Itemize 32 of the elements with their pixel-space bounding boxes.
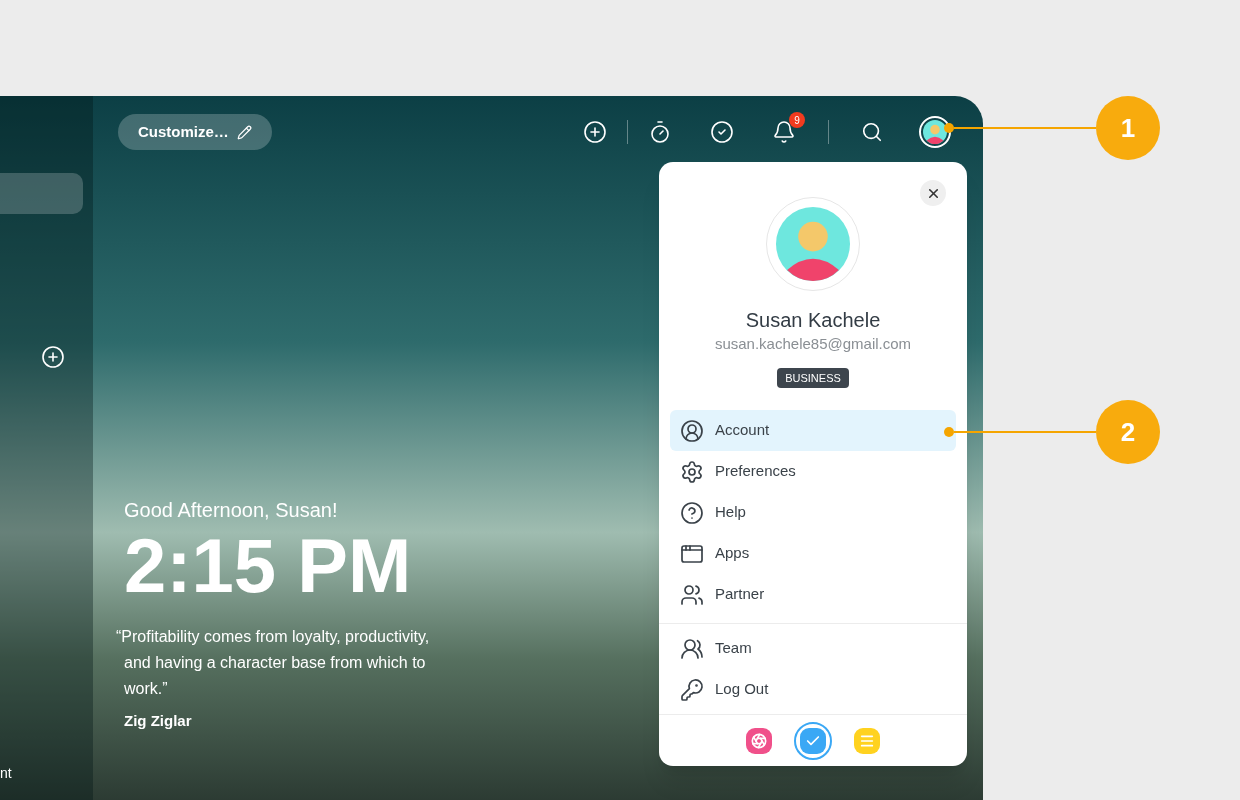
avatar-button[interactable] — [919, 116, 951, 148]
person-circle-icon — [680, 418, 704, 443]
app-switcher-button[interactable] — [794, 721, 832, 760]
pencil-icon — [236, 124, 252, 140]
user-email: susan.kachele85@gmail.com — [714, 334, 912, 354]
greeting-text: Good Afternoon, Susan! — [124, 498, 338, 522]
plan-badge: BUSINESS — [777, 368, 849, 388]
search-icon[interactable] — [861, 121, 883, 143]
avatar-icon — [923, 120, 947, 144]
group-icon — [680, 636, 704, 661]
key-icon — [680, 677, 704, 702]
callout-number: 1 — [1096, 96, 1160, 160]
quote-text: “Profitability comes from loyalty, productivity, and having a character base from which to work.” — [116, 627, 431, 699]
clock-time: 2:15 PM — [124, 526, 412, 606]
close-button[interactable] — [920, 180, 946, 206]
gear-icon — [680, 459, 704, 484]
user-name: Susan Kachele — [745, 308, 881, 333]
question-icon — [680, 500, 704, 525]
sidebar-label[interactable]: nt — [0, 763, 12, 784]
stopwatch-icon[interactable] — [648, 120, 672, 144]
bell-icon[interactable] — [772, 120, 796, 144]
quote-author: Zig Ziglar — [124, 711, 192, 731]
people-icon — [680, 582, 704, 607]
customize-button[interactable]: Customize… — [118, 114, 272, 150]
menu-item[interactable]: Account — [670, 410, 956, 451]
check-circle-icon[interactable] — [710, 120, 734, 144]
add-icon[interactable] — [583, 120, 607, 144]
aperture-icon — [751, 732, 767, 749]
avatar-icon — [776, 207, 850, 281]
add-icon[interactable] — [41, 345, 65, 369]
notification-badge: 9 — [789, 112, 805, 128]
callout-number: 2 — [1096, 400, 1160, 464]
